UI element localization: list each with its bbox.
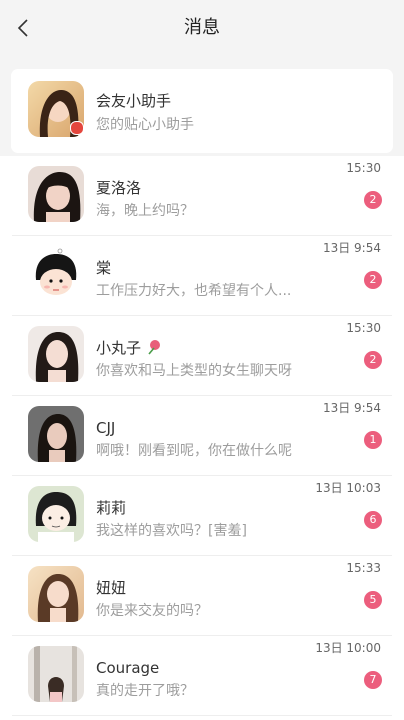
message-preview: 你是来交友的吗？ [96, 603, 208, 619]
message-preview: 你喜欢和马上类型的女生聊天呀 [96, 363, 292, 379]
unread-badge: 5 [364, 591, 382, 609]
divider [12, 715, 392, 716]
conversation-row[interactable]: 夏洛洛 海，晚上约吗？ 15:30 2 [0, 156, 404, 236]
avatar [28, 566, 84, 622]
message-time: 13日 10:00 [315, 641, 381, 655]
message-time: 15:30 [346, 321, 381, 335]
unread-badge: 7 [364, 671, 382, 689]
unread-badge: 1 [364, 431, 382, 449]
message-preview: 工作压力好大，也希望有个人... [96, 283, 292, 299]
message-preview: 我这样的喜欢吗？[害羞] [96, 523, 247, 539]
avatar [28, 166, 84, 222]
avatar [28, 246, 84, 302]
contact-name: 妞妞 [96, 579, 127, 597]
message-preview: 真的走开了哦？ [96, 683, 194, 699]
contact-name: CJJ [96, 419, 116, 437]
message-time: 13日 9:54 [322, 401, 381, 415]
avatar [28, 486, 84, 542]
unread-badge: 2 [364, 351, 382, 369]
conversation-list: 夏洛洛 海，晚上约吗？ 15:30 2 棠 工作压力好大，也希望有个人... 1… [0, 156, 404, 720]
contact-name: 夏洛洛 [96, 179, 142, 197]
message-preview: 海，晚上约吗？ [96, 203, 194, 219]
page-title: 消息 [184, 17, 220, 38]
message-time: 15:33 [346, 561, 381, 575]
avatar [28, 406, 84, 462]
conversation-row[interactable]: Courage 真的走开了哦？ 13日 10:00 7 [0, 636, 404, 716]
conversation-row[interactable]: 小丸子 你喜欢和马上类型的女生聊天呀 15:30 2 [0, 316, 404, 396]
contact-name: Courage [96, 659, 160, 677]
conversation-row[interactable]: CJJ 啊哦！刚看到呢，你在做什么呢 13日 9:54 1 [0, 396, 404, 476]
unread-badge: 2 [364, 191, 382, 209]
assistant-name: 会友小助手 [96, 92, 172, 110]
contact-name: 棠 [96, 259, 112, 277]
unread-badge: 2 [364, 271, 382, 289]
contact-name: 小丸子 [96, 338, 162, 358]
avatar [28, 646, 84, 702]
conversation-row[interactable]: 莉莉 我这样的喜欢吗？[害羞] 13日 10:03 6 [0, 476, 404, 556]
message-time: 15:30 [346, 161, 381, 175]
conversation-row[interactable]: 妞妞 你是来交友的吗？ 15:33 5 [0, 556, 404, 636]
contact-name: 莉莉 [96, 499, 127, 517]
contact-name-text: 小丸子 [96, 339, 142, 357]
assistant-card[interactable]: 会友小助手 您的贴心小助手 [11, 69, 393, 153]
flower-emoji-icon [148, 340, 160, 355]
assistant-preview: 您的贴心小助手 [96, 117, 194, 133]
unread-badge: 6 [364, 511, 382, 529]
header: 消息 [0, 0, 404, 56]
message-preview: 啊哦！刚看到呢，你在做什么呢 [96, 443, 292, 459]
assistant-badge-icon [70, 121, 84, 135]
avatar [28, 326, 84, 382]
message-time: 13日 9:54 [322, 241, 381, 255]
message-time: 13日 10:03 [315, 481, 381, 495]
conversation-row[interactable]: 棠 工作压力好大，也希望有个人... 13日 9:54 2 [0, 236, 404, 316]
